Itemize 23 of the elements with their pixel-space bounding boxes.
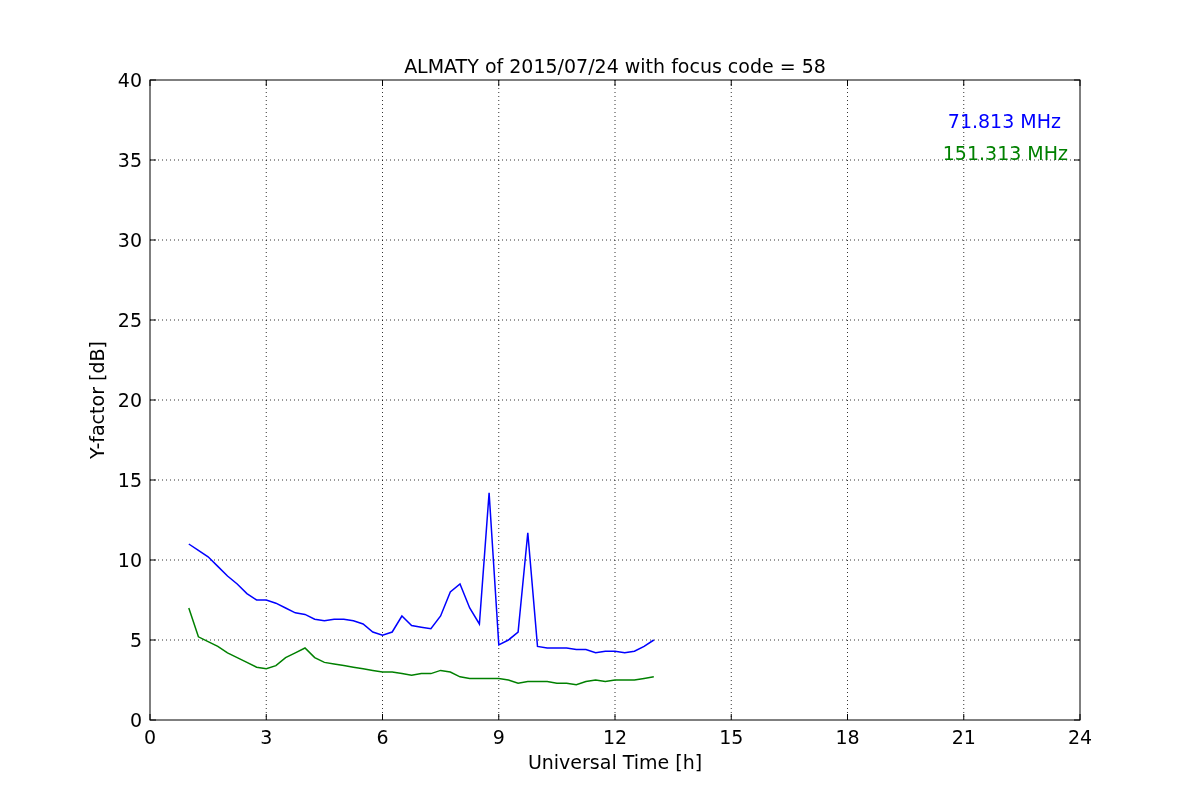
legend-label: 71.813 MHz xyxy=(947,110,1061,132)
tick-label: 21 xyxy=(951,726,976,748)
tick-label: 18 xyxy=(835,726,860,748)
tick-label: 5 xyxy=(129,629,142,651)
tick-label: 35 xyxy=(117,149,142,171)
tick-label: 0 xyxy=(143,726,157,748)
tick-label: 25 xyxy=(117,309,142,331)
axis-label: Universal Time [h] xyxy=(527,751,703,773)
chart-title: ALMATY of 2015/07/24 with focus code = 58 xyxy=(404,55,826,77)
tick-label: 6 xyxy=(376,726,389,748)
tick-label: 24 xyxy=(1067,726,1093,748)
tick-label: 20 xyxy=(117,389,142,411)
axis-label: Y-factor [dB] xyxy=(86,341,108,459)
legend-label: 151.313 MHz xyxy=(942,142,1068,164)
tick-label: 15 xyxy=(117,469,142,491)
tick-label: 30 xyxy=(117,229,142,251)
tick-label: 12 xyxy=(602,726,628,748)
tick-label: 9 xyxy=(492,726,505,748)
tick-label: 0 xyxy=(129,709,142,731)
tick-label: 10 xyxy=(117,549,142,571)
tick-label: 15 xyxy=(719,726,744,748)
tick-label: 3 xyxy=(260,726,273,748)
tick-label: 40 xyxy=(117,69,142,91)
